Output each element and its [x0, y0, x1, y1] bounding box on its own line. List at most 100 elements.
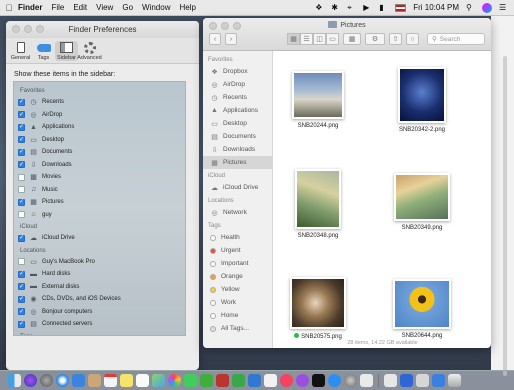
numbers-icon[interactable] — [232, 374, 245, 387]
input-source-flag-icon[interactable] — [395, 3, 407, 12]
checkbox[interactable] — [18, 211, 25, 219]
checkbox[interactable]: ✓ — [18, 308, 25, 316]
checkbox[interactable]: ✓ — [18, 320, 25, 328]
sidebar-option-row[interactable]: ✓ ▤ Connected servers — [18, 318, 185, 331]
checkbox[interactable]: ✓ — [18, 234, 25, 242]
checkbox[interactable]: ✓ — [18, 270, 25, 278]
keynote-icon[interactable] — [248, 374, 261, 387]
trash-icon[interactable] — [448, 374, 461, 387]
menu-app-name[interactable]: Finder — [18, 3, 42, 12]
volume-icon[interactable]: ▶ — [363, 3, 372, 12]
sidebar-item[interactable]: ❖ Dropbox — [203, 65, 272, 78]
sidebar-option-row[interactable]: ✓ ◎ AirDrop — [18, 109, 185, 122]
checkbox[interactable]: ✓ — [18, 198, 25, 206]
checkbox[interactable]: ✓ — [18, 111, 25, 119]
siri-icon[interactable] — [24, 374, 37, 387]
wifi-icon[interactable]: ⌖ — [347, 3, 356, 12]
launchpad-icon[interactable] — [40, 374, 53, 387]
news-icon[interactable] — [264, 374, 277, 387]
sidebar-option-row[interactable]: ✓ ◉ CDs, DVDs, and iOS Devices — [18, 293, 185, 306]
sidebar-item[interactable]: All Tags... — [203, 322, 272, 335]
tab-advanced[interactable]: Advanced — [77, 41, 102, 61]
file-item[interactable]: SNB20342-2.png — [386, 67, 458, 133]
downloads-stack-icon[interactable] — [432, 374, 445, 387]
sidebar-option-row[interactable]: ♫ Music — [18, 184, 185, 197]
photos-icon[interactable] — [168, 374, 181, 387]
minimize-button[interactable] — [24, 25, 32, 33]
documents-stack-icon[interactable] — [416, 374, 429, 387]
sidebar-option-row[interactable]: ▩ Movies — [18, 171, 185, 184]
sidebar-item[interactable]: Important — [203, 257, 272, 270]
app-store-icon[interactable] — [328, 374, 341, 387]
sidebar-item[interactable]: ▦ Pictures — [203, 156, 272, 169]
scrollbar[interactable] — [503, 56, 507, 376]
close-button[interactable] — [12, 25, 20, 33]
sidebar-item[interactable]: Health — [203, 231, 272, 244]
file-item[interactable]: SNB20575.png — [282, 277, 354, 340]
sidebar-item[interactable]: ◎ AirDrop — [203, 78, 272, 91]
system-preferences-icon[interactable] — [344, 374, 357, 387]
music-icon[interactable] — [280, 374, 293, 387]
icon-view-button[interactable]: ▦ — [287, 33, 300, 45]
finder-titlebar[interactable]: Pictures ‹ › ▦ ☰ ◫ ▭ ▦ ⚙ ⇧ ○ ⚲ Search — [203, 18, 491, 51]
sidebar-item[interactable]: Yellow — [203, 283, 272, 296]
back-button[interactable]: ‹ — [209, 33, 221, 45]
calendar-icon[interactable] — [104, 374, 117, 387]
checkbox[interactable]: ✓ — [18, 123, 25, 131]
checkbox[interactable]: ✓ — [18, 136, 25, 144]
sidebar-option-row[interactable]: ✓ ▲ Applications — [18, 121, 185, 134]
sidebar-option-row[interactable]: ✓ ▦ Pictures — [18, 196, 185, 209]
sidebar-item[interactable]: ▤ Documents — [203, 130, 272, 143]
file-item[interactable]: SNB20348.png — [282, 169, 354, 239]
menu-view[interactable]: View — [96, 3, 113, 12]
reminders-icon[interactable] — [136, 374, 149, 387]
share-button[interactable]: ⇧ — [389, 33, 402, 45]
tab-general[interactable]: General — [9, 41, 32, 61]
checkbox[interactable] — [18, 186, 25, 194]
group-button[interactable]: ▦ — [343, 33, 361, 45]
photo-booth-icon[interactable] — [216, 374, 229, 387]
sidebar-item[interactable]: Urgent — [203, 244, 272, 257]
menu-help[interactable]: Help — [179, 3, 195, 12]
sidebar-item[interactable]: Orange — [203, 270, 272, 283]
sidebar-item[interactable]: ▭ Desktop — [203, 117, 272, 130]
safari-icon[interactable] — [56, 374, 69, 387]
tab-tags[interactable]: Tags — [32, 41, 55, 61]
tag-button[interactable]: ○ — [406, 33, 419, 45]
sidebar-option-row[interactable]: ✓ ◎ Bonjour computers — [18, 306, 185, 319]
messages-icon[interactable] — [184, 374, 197, 387]
column-view-button[interactable]: ◫ — [313, 33, 326, 45]
menu-window[interactable]: Window — [142, 3, 170, 12]
sidebar-item[interactable]: ⇩ Downloads — [203, 143, 272, 156]
dropbox-status-icon[interactable]: ❖ — [315, 3, 324, 12]
checkbox[interactable] — [18, 258, 25, 266]
sidebar-option-row[interactable]: ⌂ guy — [18, 209, 185, 222]
list-view-button[interactable]: ☰ — [300, 33, 313, 45]
sidebar-item[interactable]: ◷ Recents — [203, 91, 272, 104]
file-item[interactable]: SNB20349.png — [386, 173, 458, 231]
sidebar-option-row[interactable]: ✓ ▭ Desktop — [18, 134, 185, 147]
stacks-icon[interactable] — [384, 374, 397, 387]
sidebar-item[interactable]: ☁ iCloud Drive — [203, 181, 272, 194]
checkbox[interactable]: ✓ — [18, 161, 25, 169]
contacts-icon[interactable] — [88, 374, 101, 387]
dropbox-folder-icon[interactable] — [400, 374, 413, 387]
search-input[interactable]: ⚲ Search — [427, 33, 485, 45]
clock[interactable]: Fri 10:04 PM — [413, 3, 459, 12]
sidebar-option-row[interactable]: ✓ ⇩ Downloads — [18, 159, 185, 172]
sidebar-option-row[interactable]: ✓ ▬ Hard disks — [18, 268, 185, 281]
sidebar-item[interactable]: ▲ Applications — [203, 104, 272, 117]
finder-icon[interactable] — [8, 374, 21, 387]
action-gear-button[interactable]: ⚙ — [365, 33, 385, 45]
menu-file[interactable]: File — [51, 3, 64, 12]
spotlight-search-icon[interactable]: ⚲ — [466, 3, 475, 12]
tv-icon[interactable] — [312, 374, 325, 387]
tab-sidebar[interactable]: Sidebar — [55, 41, 78, 61]
checkbox[interactable]: ✓ — [18, 98, 25, 106]
gallery-view-button[interactable]: ▭ — [326, 33, 339, 45]
sidebar-option-row[interactable]: ✓ ◷ Recents — [18, 96, 185, 109]
checkbox[interactable]: ✓ — [18, 283, 25, 291]
maps-icon[interactable] — [152, 374, 165, 387]
menu-go[interactable]: Go — [122, 3, 133, 12]
file-item[interactable]: SNB20644.png — [386, 279, 458, 339]
